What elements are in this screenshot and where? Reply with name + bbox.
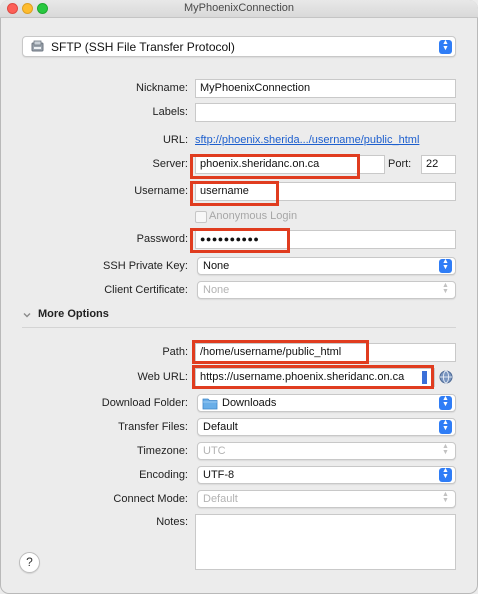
ssh-key-label: SSH Private Key: [103, 260, 188, 272]
connect-mode-value: Default [203, 493, 238, 505]
port-label: Port: [388, 158, 412, 170]
more-options-toggle[interactable]: More Options [38, 308, 109, 320]
notes-label: Notes: [156, 516, 188, 528]
download-folder-value: Downloads [222, 397, 277, 409]
title-bar: MyPhoenixConnection [0, 0, 478, 18]
web-url-highlight [192, 365, 434, 389]
nickname-label: Nickname: [136, 82, 188, 94]
timezone-popup[interactable]: UTC ▲ ▼ [197, 442, 456, 460]
updown-arrows-icon: ▲ ▼ [442, 282, 449, 295]
updown-arrows-icon: ▲ ▼ [439, 39, 452, 54]
transfer-files-value: Default [203, 421, 238, 433]
nickname-value: MyPhoenixConnection [200, 82, 311, 94]
divider [22, 327, 456, 328]
labels-label: Labels: [152, 106, 188, 118]
username-label: Username: [134, 185, 188, 197]
download-folder-popup[interactable]: Downloads ▲ ▼ [197, 394, 456, 412]
path-label: Path: [162, 346, 188, 358]
updown-arrows-icon: ▲ ▼ [439, 419, 452, 434]
password-label: Password: [136, 233, 188, 245]
updown-arrows-icon: ▲ ▼ [439, 258, 452, 273]
protocol-selected: SFTP (SSH File Transfer Protocol) [51, 40, 235, 54]
updown-arrows-icon: ▲ ▼ [442, 491, 449, 504]
folder-icon [202, 397, 218, 410]
labels-field[interactable] [195, 103, 456, 122]
notes-field[interactable] [195, 514, 456, 570]
transfer-files-popup[interactable]: Default ▲ ▼ [197, 418, 456, 436]
ssh-key-popup[interactable]: None ▲ ▼ [197, 257, 456, 275]
encoding-label: Encoding: [139, 469, 188, 481]
globe-icon[interactable] [439, 370, 453, 384]
password-highlight [190, 228, 290, 253]
url-label: URL: [162, 134, 188, 146]
url-link[interactable]: sftp://phoenix.sherida.../username/publi… [195, 134, 419, 146]
anonymous-login-checkbox[interactable] [195, 211, 207, 223]
timezone-label: Timezone: [137, 445, 188, 457]
updown-arrows-icon: ▲ ▼ [439, 467, 452, 482]
updown-arrows-icon: ▲ ▼ [442, 443, 449, 456]
port-value: 22 [426, 158, 439, 170]
chevron-down-icon[interactable] [22, 310, 32, 320]
server-highlight [190, 154, 360, 179]
anonymous-login-label: Anonymous Login [209, 210, 298, 222]
connect-mode-label: Connect Mode: [113, 493, 188, 505]
disk-icon [31, 40, 44, 53]
client-cert-label: Client Certificate: [104, 284, 188, 296]
port-field[interactable]: 22 [421, 155, 456, 174]
server-label: Server: [152, 158, 188, 170]
encoding-value: UTF-8 [203, 469, 235, 481]
path-highlight [192, 340, 369, 364]
web-url-label: Web URL: [137, 371, 188, 383]
timezone-value: UTC [203, 445, 226, 457]
client-cert-popup[interactable]: None ▲ ▼ [197, 281, 456, 299]
updown-arrows-icon: ▲ ▼ [439, 395, 452, 410]
transfer-files-label: Transfer Files: [118, 421, 188, 433]
help-button[interactable]: ? [19, 552, 40, 573]
ssh-key-value: None [203, 260, 230, 272]
bookmark-window: MyPhoenixConnection SFTP (SSH File Trans… [0, 0, 478, 594]
connect-mode-popup[interactable]: Default ▲ ▼ [197, 490, 456, 508]
protocol-popup[interactable]: SFTP (SSH File Transfer Protocol) ▲ ▼ [22, 36, 456, 57]
username-highlight [190, 181, 279, 206]
download-folder-label: Download Folder: [101, 397, 188, 409]
nickname-field[interactable]: MyPhoenixConnection [195, 79, 456, 98]
encoding-popup[interactable]: UTF-8 ▲ ▼ [197, 466, 456, 484]
window-title: MyPhoenixConnection [183, 2, 295, 14]
client-cert-value: None [203, 284, 230, 296]
